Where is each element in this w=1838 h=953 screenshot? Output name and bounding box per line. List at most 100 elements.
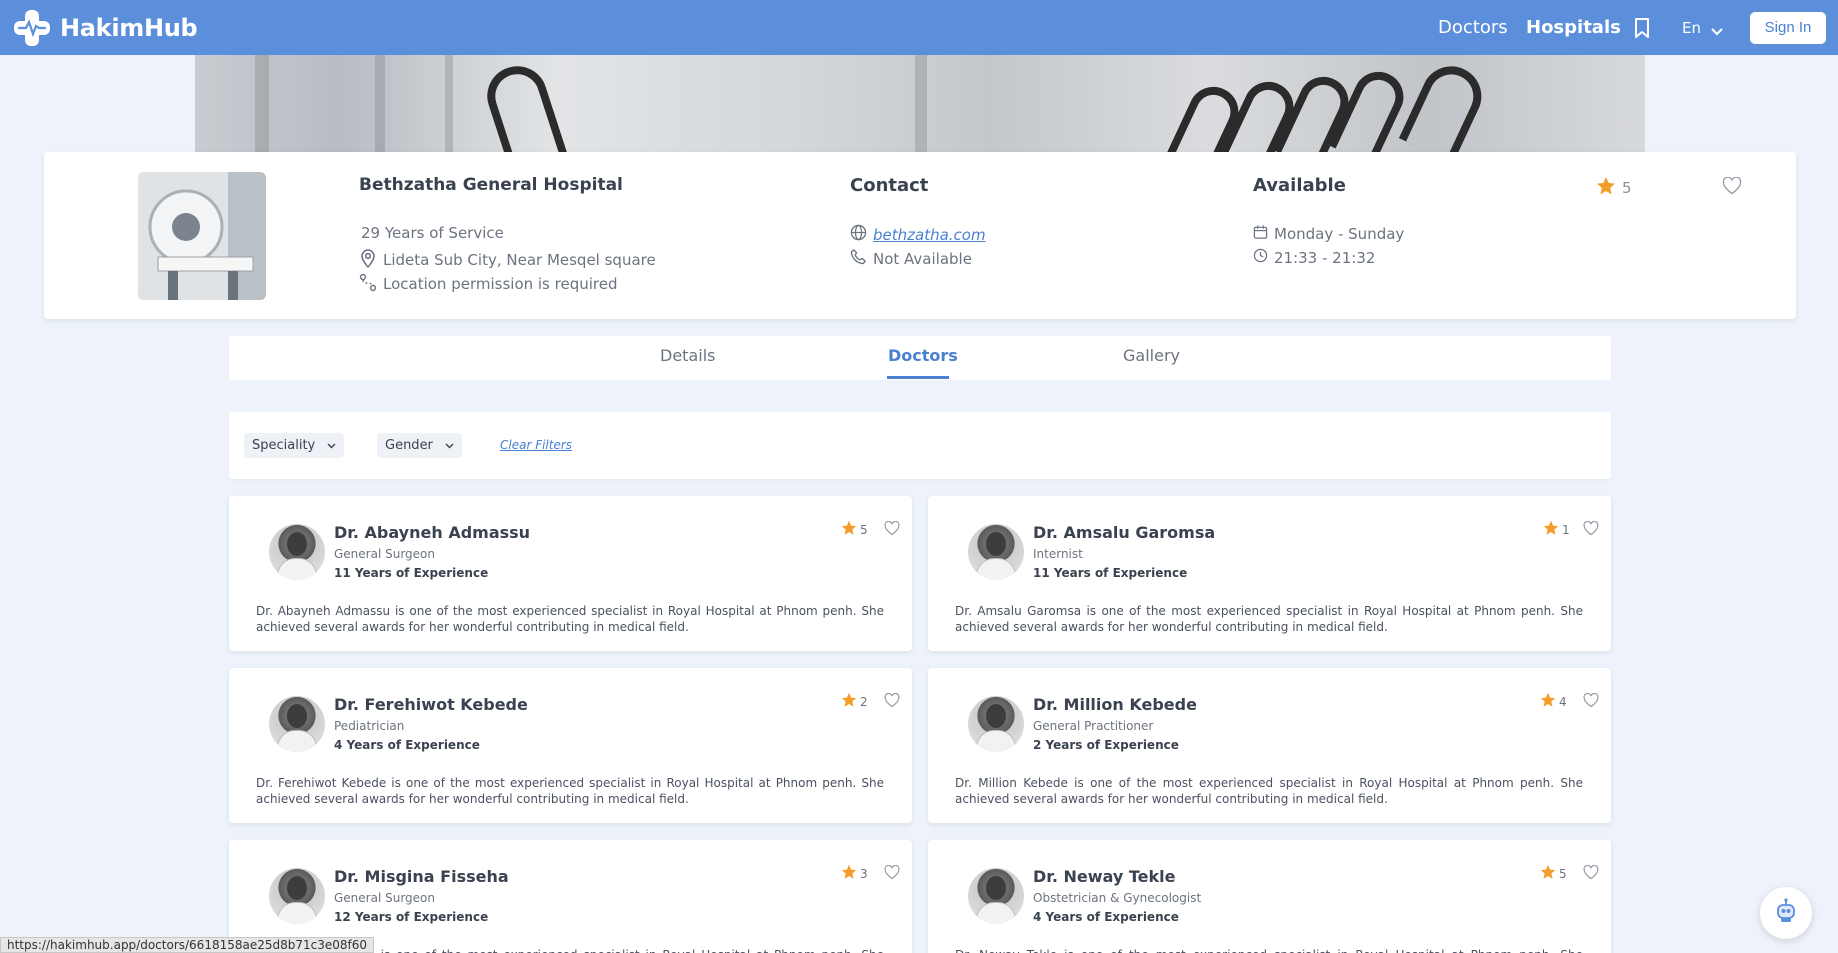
active-tab-indicator (887, 376, 949, 379)
doctor-rating: 4 (1540, 692, 1567, 711)
route-icon (359, 272, 383, 296)
hours-line: 21:33 - 21:32 (1253, 248, 1375, 267)
doctor-name[interactable]: Dr. Million Kebede (1033, 695, 1197, 714)
doctor-filters: Speciality Gender Clear Filters (229, 412, 1611, 479)
website-link[interactable]: bethzatha.com (873, 226, 986, 244)
location-note-line[interactable]: Location permission is required (359, 272, 618, 296)
days-text: Monday - Sunday (1274, 225, 1405, 243)
doctor-name[interactable]: Dr. Abayneh Admassu (334, 523, 530, 542)
doctor-rating: 5 (1540, 864, 1567, 883)
doctor-rating-value: 5 (860, 522, 868, 537)
phone-text: Not Available (873, 249, 972, 268)
heart-icon[interactable] (884, 864, 900, 884)
years-of-service-text: 29 Years of Service (361, 224, 504, 242)
doctor-rating: 2 (841, 692, 868, 711)
chatbot-button[interactable] (1760, 887, 1812, 939)
heart-icon[interactable] (1583, 520, 1599, 540)
doctor-speciality: General Surgeon (334, 891, 435, 905)
doctor-card[interactable]: Dr. Amsalu Garomsa Internist 11 Years of E… (928, 496, 1611, 651)
status-bar-url: https://hakimhub.app/doctors/6618158ae25… (0, 937, 375, 953)
doctor-description: Dr. Neway Tekle is one of the most exper… (955, 947, 1583, 953)
heart-icon[interactable] (884, 692, 900, 712)
doctor-rating: 3 (841, 864, 868, 883)
chevron-down-icon[interactable] (1710, 22, 1724, 41)
days-line: Monday - Sunday (1253, 224, 1404, 244)
doctor-rating: 5 (841, 520, 868, 539)
logo[interactable]: HakimHub (12, 8, 198, 48)
star-icon (841, 692, 860, 711)
doctor-description: Dr. Ferehiwot Kebede is one of the most … (256, 776, 884, 806)
logo-text: HakimHub (60, 14, 198, 42)
doctor-card[interactable]: Dr. Neway Tekle Obstetrician & Gynecologi… (928, 840, 1611, 953)
star-icon (841, 520, 860, 539)
doctor-experience: 2 Years of Experience (1033, 738, 1179, 752)
map-pin-icon (359, 248, 383, 272)
clock-icon (1253, 248, 1274, 267)
heart-icon[interactable] (1583, 692, 1599, 712)
doctor-speciality: Obstetrician & Gynecologist (1033, 891, 1202, 905)
speciality-filter[interactable]: Speciality (244, 433, 345, 458)
sign-in-button[interactable]: Sign In (1750, 12, 1826, 44)
top-navbar: HakimHub Doctors Hospitals En Sign In (0, 0, 1838, 55)
hospital-name: Bethzatha General Hospital (359, 175, 623, 195)
doctor-experience: 4 Years of Experience (334, 738, 480, 752)
hakimhub-logo-icon (12, 8, 52, 48)
nav-hospitals[interactable]: Hospitals (1526, 17, 1621, 38)
address-line: Lideta Sub City, Near Mesqel square (359, 248, 656, 272)
doctor-avatar (269, 868, 325, 924)
hospital-photo (138, 172, 266, 300)
doctor-name[interactable]: Dr. Neway Tekle (1033, 867, 1175, 886)
speciality-filter-label: Speciality (252, 438, 316, 453)
years-of-service: 29 Years of Service (361, 224, 504, 242)
doctor-experience: 4 Years of Experience (1033, 910, 1179, 924)
location-note-text: Location permission is required (383, 275, 618, 293)
star-icon (841, 864, 860, 883)
doctor-name[interactable]: Dr. Amsalu Garomsa (1033, 523, 1215, 542)
language-selector[interactable]: En (1682, 19, 1701, 37)
doctor-card[interactable]: Dr. Million Kebede General Practitioner 2 … (928, 668, 1611, 823)
doctor-description: Dr. Million Kebede is one of the most ex… (955, 776, 1583, 806)
doctor-speciality: Internist (1033, 547, 1083, 561)
hospital-info-card: Bethzatha General Hospital 29 Years of S… (44, 152, 1796, 319)
website-line: bethzatha.com (850, 224, 986, 245)
clear-filters-link[interactable]: Clear Filters (500, 438, 572, 452)
tab-gallery[interactable]: Gallery (1123, 346, 1180, 365)
heart-icon[interactable] (1722, 176, 1742, 199)
tab-details[interactable]: Details (660, 346, 715, 365)
doctor-avatar (968, 868, 1024, 924)
doctor-experience: 11 Years of Experience (1033, 566, 1188, 580)
star-icon (1540, 692, 1559, 711)
doctor-rating: 1 (1543, 520, 1570, 539)
doctor-name[interactable]: Dr. Ferehiwot Kebede (334, 695, 528, 714)
doctor-card[interactable]: Dr. Abayneh Admassu General Surgeon 11 Yea… (229, 496, 912, 651)
doctor-speciality: General Surgeon (334, 547, 435, 561)
doctor-name[interactable]: Dr. Misgina Fisseha (334, 867, 509, 886)
gender-filter[interactable]: Gender (377, 433, 462, 458)
heart-icon[interactable] (1583, 864, 1599, 884)
doctor-avatar (269, 696, 325, 752)
address-text: Lideta Sub City, Near Mesqel square (383, 251, 656, 269)
hospital-banner-image (195, 55, 1645, 152)
bookmark-icon[interactable] (1633, 17, 1651, 43)
tab-doctors[interactable]: Doctors (888, 346, 958, 365)
phone-line: Not Available (850, 248, 972, 269)
doctor-experience: 12 Years of Experience (334, 910, 489, 924)
doctor-avatar (269, 524, 325, 580)
doctor-description: Dr. Amsalu Garomsa is one of the most ex… (955, 604, 1583, 634)
nav-doctors[interactable]: Doctors (1438, 17, 1508, 38)
doctor-avatar (968, 524, 1024, 580)
gender-filter-label: Gender (385, 438, 433, 453)
doctor-experience: 11 Years of Experience (334, 566, 489, 580)
heart-icon[interactable] (884, 520, 900, 540)
chevron-down-icon (315, 438, 336, 453)
contact-title: Contact (850, 175, 929, 196)
hospital-rating: 5 (1596, 176, 1632, 200)
calendar-icon (1253, 224, 1274, 244)
doctor-card[interactable]: Dr. Ferehiwot Kebede Pediatrician 4 Years … (229, 668, 912, 823)
globe-icon (850, 224, 873, 245)
phone-icon (850, 248, 873, 269)
hours-text: 21:33 - 21:32 (1274, 248, 1376, 267)
doctor-rating-value: 5 (1559, 866, 1567, 881)
doctor-speciality: Pediatrician (334, 719, 405, 733)
available-title: Available (1253, 175, 1346, 196)
